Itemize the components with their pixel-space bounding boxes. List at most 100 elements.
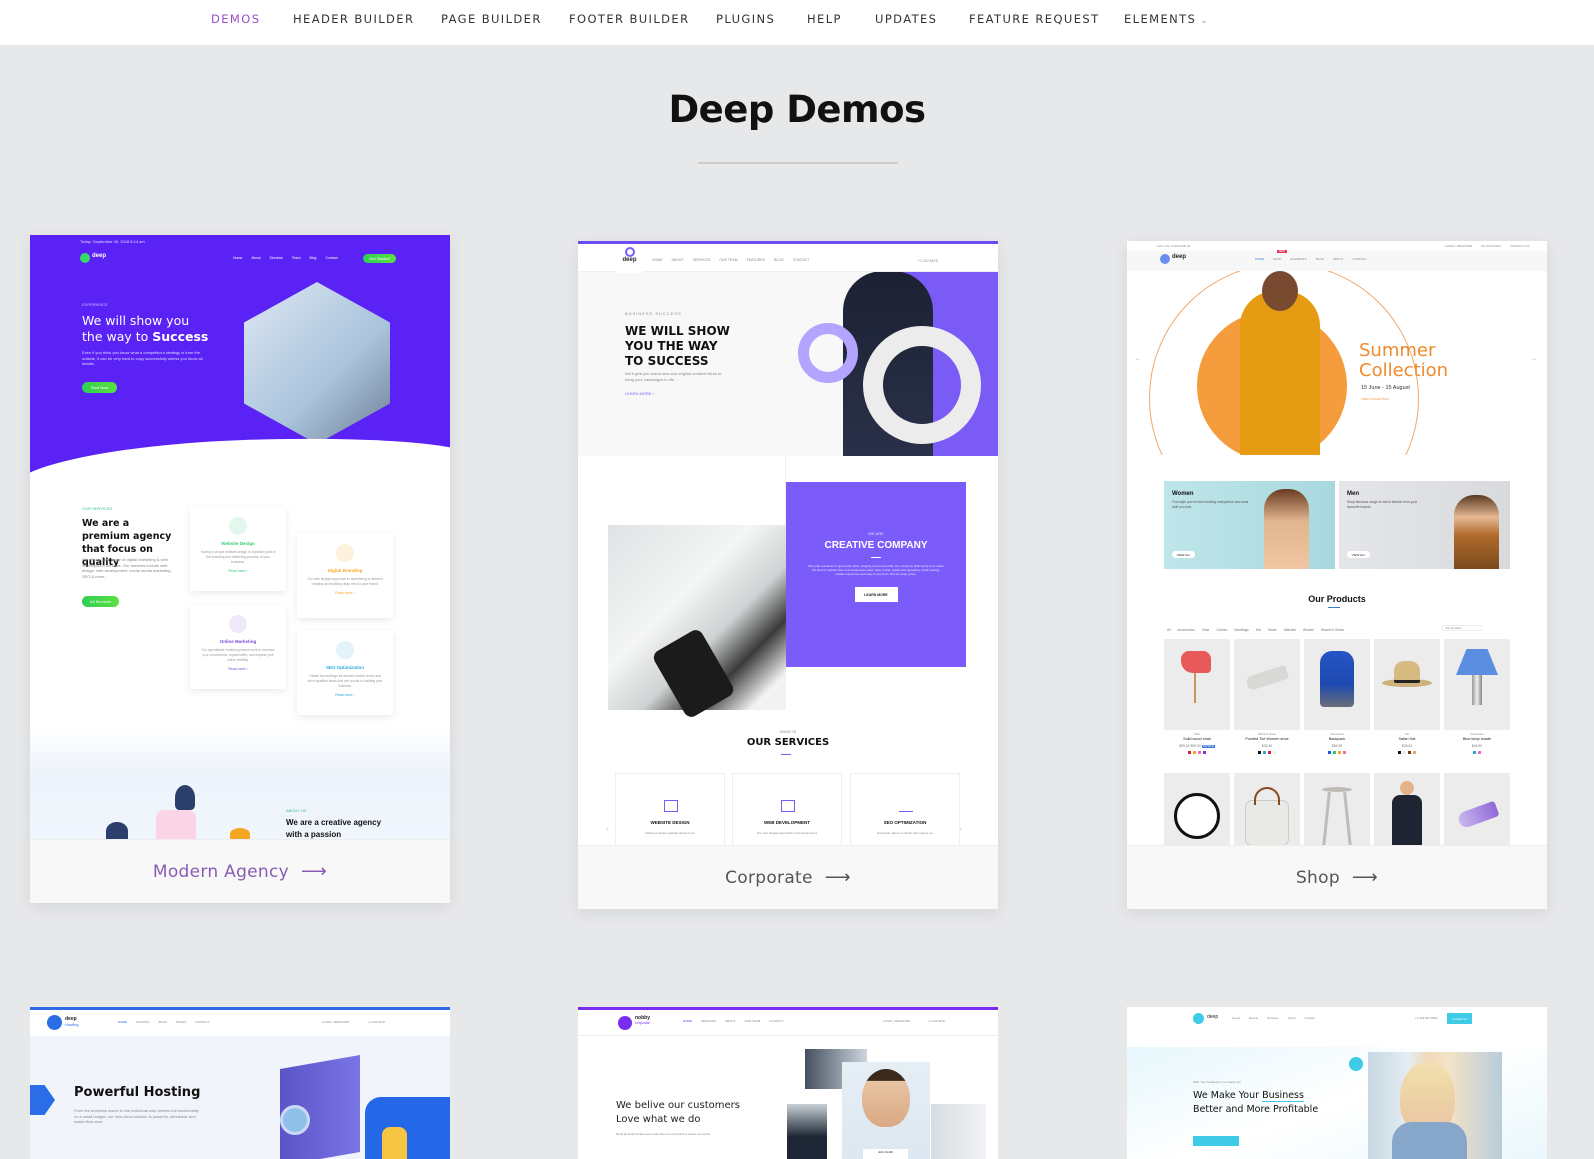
- product-price: $25.04: [1401, 743, 1413, 748]
- business-headline-highlight: Business: [1262, 1090, 1304, 1102]
- hosting-server-illustration: [280, 1105, 310, 1135]
- business-headline: We Make Your Business Better and More Pr…: [1193, 1089, 1318, 1117]
- service-desc: Our specialized marketing teams work to …: [201, 648, 275, 662]
- service-desc: Obtain top rankings for desired search t…: [307, 674, 383, 688]
- demo-card-modern-agency[interactable]: Today: September 26, 2018 8:14 am deep H…: [30, 235, 450, 903]
- corporate-headline: WE WILL SHOW YOU THE WAY TO SUCCESS: [625, 324, 730, 368]
- product-price: $44.90: [1471, 743, 1483, 748]
- testimonial-photo: [787, 1104, 827, 1159]
- agency-nav-item: Team: [291, 256, 301, 260]
- demo-caption: Modern Agency: [152, 861, 290, 882]
- demo-card-nobby-corporate[interactable]: nobby corporate HOME SERVICES ABOUT OUR TEA…: [578, 1007, 998, 1159]
- agency-nav-item: About: [251, 256, 261, 260]
- agency-headline-bold: Success: [152, 329, 209, 344]
- demo-link-modern-agency[interactable]: Modern Agency ⟶: [30, 839, 450, 903]
- product-image-chair: [1164, 639, 1230, 730]
- hosting-logo-icon: [47, 1015, 62, 1030]
- shop-nav: [1127, 251, 1547, 271]
- nobby-login: LOGIN / REGISTER: [883, 1019, 911, 1023]
- demo-preview-corporate: deep HOME ABOUT SERVICES OUR TEAM FEATURES BL…: [578, 241, 998, 845]
- demo-card-shop[interactable]: CALL US: 0 000 0000 00 LOGIN / REGISTER M…: [1127, 241, 1547, 909]
- business-headline-part: We Make Your: [1193, 1090, 1260, 1101]
- agency-nav-item: Home: [233, 256, 243, 260]
- nav-item-header-builder[interactable]: HEADER BUILDER: [293, 12, 414, 26]
- corporate-ring-graphic: [863, 326, 981, 444]
- corporate-nav-item: OUR TEAM: [719, 258, 738, 262]
- demo-card-business[interactable]: deep Home Events Services About Contact +1 2…: [1127, 1007, 1547, 1159]
- agency-eyebrow: EXPERIENCE: [82, 302, 108, 307]
- hosting-nav-item: BLOG: [158, 1020, 168, 1024]
- nav-item-feature-request[interactable]: FEATURE REQUEST: [969, 12, 1100, 26]
- banner-desc: Find style you've been looking everywher…: [1172, 500, 1249, 509]
- shop-top-links: LOGIN / REGISTER MY ACCOUNT CONTACT US: [1445, 244, 1538, 248]
- demo-link-shop[interactable]: Shop ⟶: [1127, 845, 1547, 909]
- hosting-nav-links: HOME HOSTING BLOG PAGES CONTACT: [118, 1020, 218, 1024]
- nav-item-updates[interactable]: UPDATES: [875, 12, 937, 26]
- banner-title: Women: [1172, 491, 1194, 497]
- creative-body: We pride ourselves in great work ethic, …: [808, 563, 944, 576]
- service-link: Read more ›: [335, 590, 355, 595]
- title-divider: [698, 162, 898, 164]
- demo-card-corporate[interactable]: deep HOME ABOUT SERVICES OUR TEAM FEATURES BL…: [578, 241, 998, 909]
- product-name: Safari Hat: [1398, 736, 1416, 741]
- service-desc: Having a unique website design is an: [645, 831, 695, 835]
- demo-caption: Corporate: [725, 867, 813, 888]
- top-navigation: DEMOS HEADER BUILDER PAGE BUILDER FOOTER…: [0, 0, 1594, 45]
- corporate-nav-item: CONTACT: [792, 258, 810, 262]
- play-button-icon[interactable]: [1349, 1057, 1363, 1071]
- hosting-body: From the business owner to the individua…: [74, 1108, 199, 1125]
- corporate-service-card: WEBSITE DESIGN Having a unique website d…: [615, 773, 725, 845]
- product-swatches: [1304, 750, 1370, 754]
- nav-item-plugins[interactable]: PLUGINS: [716, 12, 775, 26]
- nav-item-demos[interactable]: DEMOS: [211, 12, 260, 26]
- illustration-character: [230, 828, 250, 839]
- nav-item-elements[interactable]: ELEMENTS ⌄: [1124, 12, 1209, 26]
- shop-model-image: [1240, 291, 1320, 455]
- box-icon: [336, 544, 354, 562]
- product-image-handbag: [1234, 773, 1300, 845]
- corporate-hero-body: We'll give you brand new and original cr…: [625, 371, 722, 382]
- demo-card-hosting[interactable]: deep Hosting HOME HOSTING BLOG PAGES CONTACT…: [30, 1007, 450, 1159]
- nav-item-page-builder[interactable]: PAGE BUILDER: [441, 12, 542, 26]
- banner-title: Men: [1347, 491, 1359, 497]
- banner-desc: Shop fabulous range of men's fashion fro…: [1347, 500, 1418, 509]
- product-meta: Accessories Blue lamp shade $44.90: [1444, 733, 1510, 754]
- product-image-stool: [1304, 773, 1370, 845]
- product-sale-badge: ON SALE: [1201, 744, 1215, 748]
- testimonial-photo: [931, 1104, 986, 1159]
- shop-model-image: [1262, 271, 1298, 311]
- shop-hero-title-line1: Summer: [1359, 340, 1436, 361]
- creative-title: CREATIVE COMPANY: [824, 539, 928, 551]
- corporate-logo-text: deep: [622, 257, 637, 263]
- nobby-nav-item: ABOUT: [725, 1019, 736, 1023]
- agency-nav: Home About Services Team Blog Contact: [233, 256, 347, 260]
- corporate-creative-panel: WE ARE CREATIVE COMPANY We pride ourselv…: [786, 482, 966, 667]
- nav-item-help[interactable]: HELP: [807, 12, 842, 26]
- corporate-learn-more-link: LEARN MORE ›: [625, 391, 654, 396]
- service-link: Read more ›: [335, 692, 355, 697]
- product-image-shoes: [1234, 639, 1300, 730]
- hosting-nav: [30, 1010, 450, 1036]
- business-nav-item: Home: [1232, 1016, 1241, 1020]
- nav-item-footer-builder[interactable]: FOOTER BUILDER: [569, 12, 689, 26]
- monitor-icon: [229, 517, 247, 535]
- hosting-nav-item: CONTACT: [195, 1020, 210, 1024]
- nobby-headline: We belive our customers Love what we do: [616, 1099, 740, 1127]
- demo-link-corporate[interactable]: Corporate ⟶: [578, 845, 998, 909]
- agency-nav-item: Blog: [309, 256, 317, 260]
- chart-icon: [899, 800, 913, 812]
- shop-filter: Chair: [1201, 628, 1210, 632]
- demo-preview-modern-agency: Today: September 26, 2018 8:14 am deep H…: [30, 235, 450, 839]
- product-name: Blue lamp shade: [1462, 736, 1492, 741]
- arrow-right-icon: ⟶: [1351, 867, 1379, 888]
- arrow-right-icon: ⟶: [824, 867, 851, 888]
- corporate-services-title: OUR SERVICES: [746, 737, 830, 748]
- nobby-logo-sub: corporate: [635, 1021, 650, 1025]
- service-link: Read more ›: [228, 666, 248, 671]
- corporate-ring-graphic: [798, 323, 858, 383]
- illustration-character: [175, 785, 195, 810]
- business-logo-icon: [1193, 1013, 1204, 1024]
- shop-hero-title-line2: Collection: [1359, 360, 1449, 381]
- arrow-left-icon: ←: [1135, 356, 1141, 362]
- business-nav-item: Events: [1249, 1016, 1259, 1020]
